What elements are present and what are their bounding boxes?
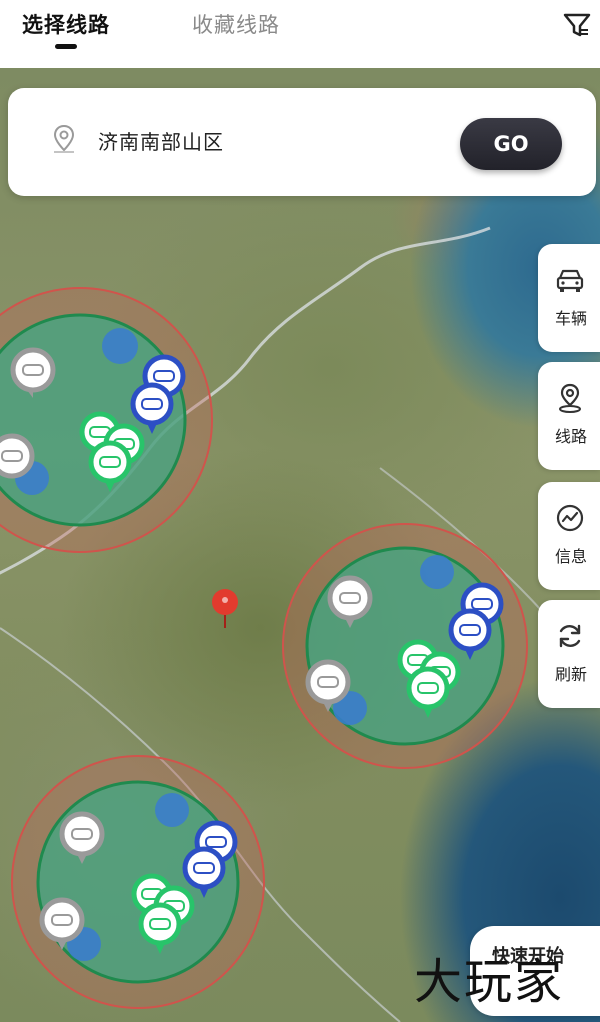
vehicle-marker-gray[interactable] — [0, 433, 35, 479]
tab-select-route[interactable]: 选择线路 — [22, 10, 110, 40]
side-button-routes[interactable]: 线路 — [538, 362, 600, 470]
current-location-pin[interactable] — [212, 589, 238, 628]
info-icon — [556, 504, 584, 532]
side-button-label: 车辆 — [554, 309, 587, 328]
map-overlay — [0, 226, 600, 1022]
side-button-label: 线路 — [554, 427, 587, 446]
route-icon — [559, 383, 581, 413]
filter-button[interactable] — [560, 8, 594, 42]
refresh-icon — [559, 624, 581, 648]
side-button-info[interactable]: 信息 — [538, 482, 600, 590]
top-tab-bar: 选择线路 收藏线路 — [0, 0, 600, 68]
location-search-card[interactable]: 济南南部山区 GO — [8, 88, 596, 196]
filter-icon — [563, 13, 591, 37]
side-button-label: 信息 — [554, 547, 587, 566]
side-button-vehicles[interactable]: 车辆 — [538, 244, 600, 352]
side-button-refresh[interactable]: 刷新 — [538, 600, 600, 708]
location-pin-icon — [53, 124, 75, 153]
active-tab-indicator — [55, 44, 77, 49]
tab-favorite-routes[interactable]: 收藏线路 — [192, 10, 280, 40]
satellite-map[interactable] — [0, 68, 600, 1022]
app-screen: 选择线路 收藏线路 济南南部山区 GO 车辆 线路 信息 刷新 快速开始 大玩家 — [0, 0, 600, 1022]
side-button-label: 刷新 — [554, 665, 587, 684]
location-text[interactable]: 济南南部山区 — [98, 128, 224, 156]
car-icon — [556, 269, 584, 292]
go-button[interactable]: GO — [460, 118, 562, 170]
watermark-text: 大玩家 — [414, 954, 565, 1010]
